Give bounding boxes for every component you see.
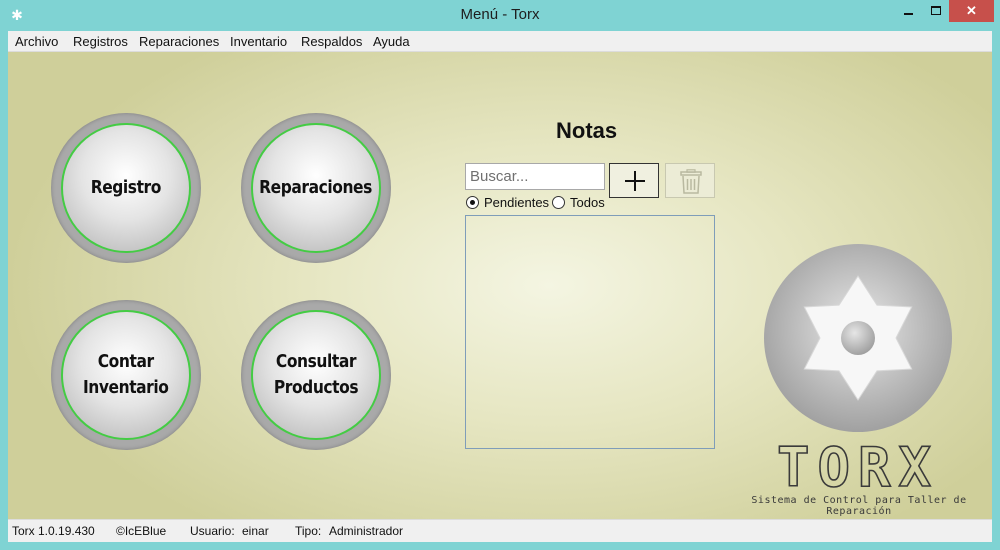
minimize-icon (904, 13, 913, 15)
brand-name: TORX (777, 438, 939, 494)
status-bar: Torx 1.0.19.430 ©IcEBlue Usuario: einar … (8, 519, 992, 542)
brand-tagline: Sistema de Control para Taller de Repara… (751, 495, 967, 517)
close-icon: ✕ (966, 3, 977, 18)
filter-all-label: Todos (570, 195, 605, 210)
delete-note-button[interactable] (665, 163, 715, 198)
registro-button-label: Registro (90, 177, 162, 198)
add-note-button[interactable] (609, 163, 659, 198)
menu-archivo[interactable]: Archivo (15, 34, 58, 49)
status-type-value: Administrador (329, 524, 404, 538)
contar-inventario-button[interactable]: Contar Inventario (51, 300, 201, 450)
reparaciones-button-face[interactable]: Reparaciones (251, 123, 381, 253)
filter-pending-label: Pendientes (484, 195, 550, 210)
status-type-label: Tipo: (295, 524, 322, 538)
close-button[interactable]: ✕ (949, 0, 994, 22)
menu-inventario[interactable]: Inventario (230, 34, 287, 49)
registro-button-face[interactable]: Registro (61, 123, 191, 253)
registro-button[interactable]: Registro (51, 113, 201, 263)
contar-inventario-button-label: Contar Inventario (83, 351, 169, 398)
maximize-button[interactable] (922, 0, 949, 22)
window-title: Menú - Torx (460, 6, 540, 23)
reparaciones-button-label: Reparaciones (259, 177, 373, 198)
torx-brand-mark: TORX (776, 438, 939, 494)
radio-unchecked-icon[interactable] (552, 196, 565, 209)
minimize-button[interactable] (895, 0, 922, 22)
notes-list[interactable] (465, 215, 715, 449)
menu-ayuda[interactable]: Ayuda (373, 34, 410, 49)
torx-logo-icon (764, 244, 952, 432)
notes-title: Notas (556, 118, 618, 143)
radio-checked-icon[interactable] (466, 196, 479, 209)
trash-icon (680, 169, 702, 194)
status-user-value: einar (242, 524, 269, 538)
status-user-label: Usuario: (190, 524, 235, 538)
status-copyright: ©IcEBlue (116, 524, 167, 538)
filter-pending-radio[interactable]: Pendientes (466, 195, 549, 210)
contar-inventario-button-face[interactable]: Contar Inventario (61, 310, 191, 440)
menu-reparaciones[interactable]: Reparaciones (139, 34, 219, 49)
menu-bar: Archivo Registros Reparaciones Inventari… (8, 31, 992, 52)
filter-all-radio[interactable]: Todos (552, 195, 605, 210)
status-version: Torx 1.0.19.430 (12, 524, 95, 538)
consultar-productos-button[interactable]: Consultar Productos (241, 300, 391, 450)
main-panel: Registro Reparaciones Contar Inventario … (8, 52, 992, 519)
consultar-productos-button-label: Consultar Productos (273, 351, 359, 398)
menu-registros[interactable]: Registros (73, 34, 128, 49)
maximize-icon (931, 6, 941, 15)
title-bar: ✱ Menú - Torx ✕ (0, 0, 1000, 31)
consultar-productos-button-face[interactable]: Consultar Productos (251, 310, 381, 440)
menu-respaldos[interactable]: Respaldos (301, 34, 362, 49)
reparaciones-button[interactable]: Reparaciones (241, 113, 391, 263)
notes-search-input[interactable] (465, 163, 605, 190)
